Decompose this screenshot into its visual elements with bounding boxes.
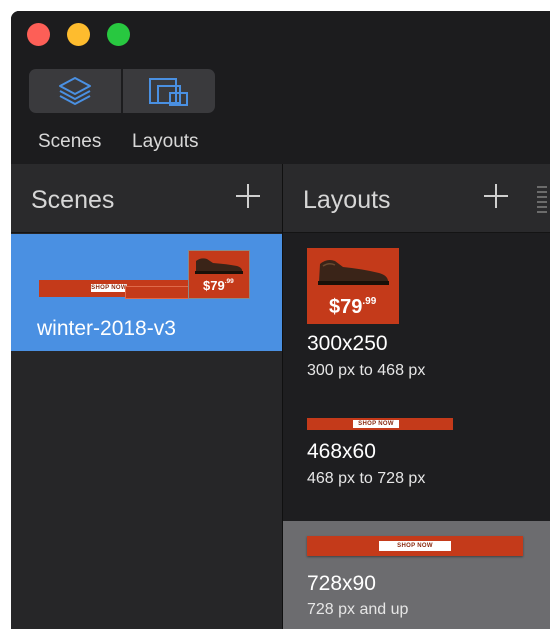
layout-size: 468x60 [307,440,376,463]
minimize-window-button[interactable] [67,23,90,46]
layout-thumb-shop-now: SHOP NOW [379,541,451,551]
layouts-icon [149,78,188,106]
layers-icon [59,77,91,105]
add-layout-button[interactable] [484,184,508,208]
thumb-price-cents: .99 [224,278,234,285]
maximize-window-button[interactable] [107,23,130,46]
resize-grip-icon[interactable] [537,186,547,214]
add-scene-button[interactable] [236,184,260,208]
toolbar: Scenes Layouts [11,11,550,164]
layout-thumbnail: SHOP NOW [307,536,523,556]
scenes-pane-title: Scenes [31,186,115,214]
scenes-view-button[interactable] [29,69,121,113]
shoe-image [195,258,243,274]
layout-thumbnail: SHOP NOW [307,418,453,430]
shoe-image [318,260,389,285]
layouts-toolbar-label: Layouts [132,131,199,152]
view-segmented-control [29,69,215,113]
scene-thumbnail: SHOP NOW $79.99 [39,250,253,300]
layouts-pane-header: Layouts [283,164,550,233]
layout-thumbnail: $79.99 [307,248,399,324]
layout-range: 728 px and up [307,601,409,618]
layout-size: 728x90 [307,572,376,595]
thumb-price: $79 [203,278,225,293]
thumb-shop-now-label: SHOP NOW [91,284,127,292]
layouts-pane: Layouts $79.99 300x250 300 px to 468 px [283,164,550,629]
layout-range: 300 px to 468 px [307,362,426,379]
layout-item-728x90[interactable]: SHOP NOW 728x90 728 px and up [283,521,550,629]
scenes-pane: Scenes SHOP NOW $79.99 winter-2018-v3 [11,164,282,629]
scenes-pane-header: Scenes [11,164,282,233]
scene-name: winter-2018-v3 [37,317,176,340]
close-window-button[interactable] [27,23,50,46]
layout-thumb-price: $79 [329,296,363,318]
layout-size: 300x250 [307,332,388,355]
layout-range: 468 px to 728 px [307,470,426,487]
layout-item-468x60[interactable]: SHOP NOW 468x60 468 px to 728 px [283,404,550,519]
layout-thumb-shop-now: SHOP NOW [353,420,399,428]
layout-item-300x250[interactable]: $79.99 300x250 300 px to 468 px [283,234,550,404]
scenes-toolbar-label: Scenes [38,131,102,152]
scene-item[interactable]: SHOP NOW $79.99 winter-2018-v3 [11,234,282,351]
layouts-view-button[interactable] [123,69,215,113]
layout-thumb-price-cents: .99 [362,296,377,307]
app-window: Scenes Layouts Scenes SHOP NOW $79.99 wi… [11,11,550,629]
layouts-pane-title: Layouts [303,186,391,214]
